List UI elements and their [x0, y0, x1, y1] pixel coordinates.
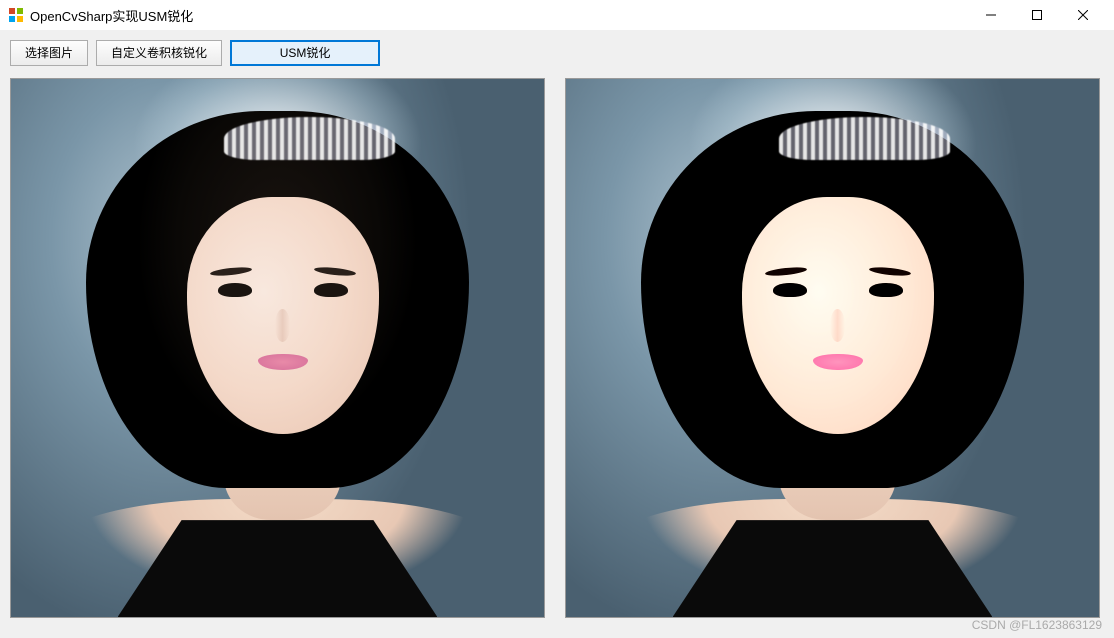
- image-panels: [10, 78, 1104, 618]
- usm-sharpen-button[interactable]: USM锐化: [230, 40, 380, 66]
- close-button[interactable]: [1060, 0, 1106, 30]
- original-image-panel: [10, 78, 545, 618]
- watermark: CSDN @FL1623863129: [972, 618, 1102, 632]
- maximize-button[interactable]: [1014, 0, 1060, 30]
- original-image: [11, 79, 544, 617]
- custom-kernel-sharpen-button[interactable]: 自定义卷积核锐化: [96, 40, 222, 66]
- toolbar: 选择图片 自定义卷积核锐化 USM锐化: [10, 40, 1104, 66]
- app-icon: [8, 7, 24, 23]
- sharpened-image-panel: [565, 78, 1100, 618]
- minimize-button[interactable]: [968, 0, 1014, 30]
- window-controls: [968, 0, 1106, 30]
- client-area: 选择图片 自定义卷积核锐化 USM锐化: [0, 30, 1114, 638]
- window-title: OpenCvSharp实现USM锐化: [30, 6, 968, 25]
- titlebar: OpenCvSharp实现USM锐化: [0, 0, 1114, 30]
- select-image-button[interactable]: 选择图片: [10, 40, 88, 66]
- sharpened-image: [566, 79, 1099, 617]
